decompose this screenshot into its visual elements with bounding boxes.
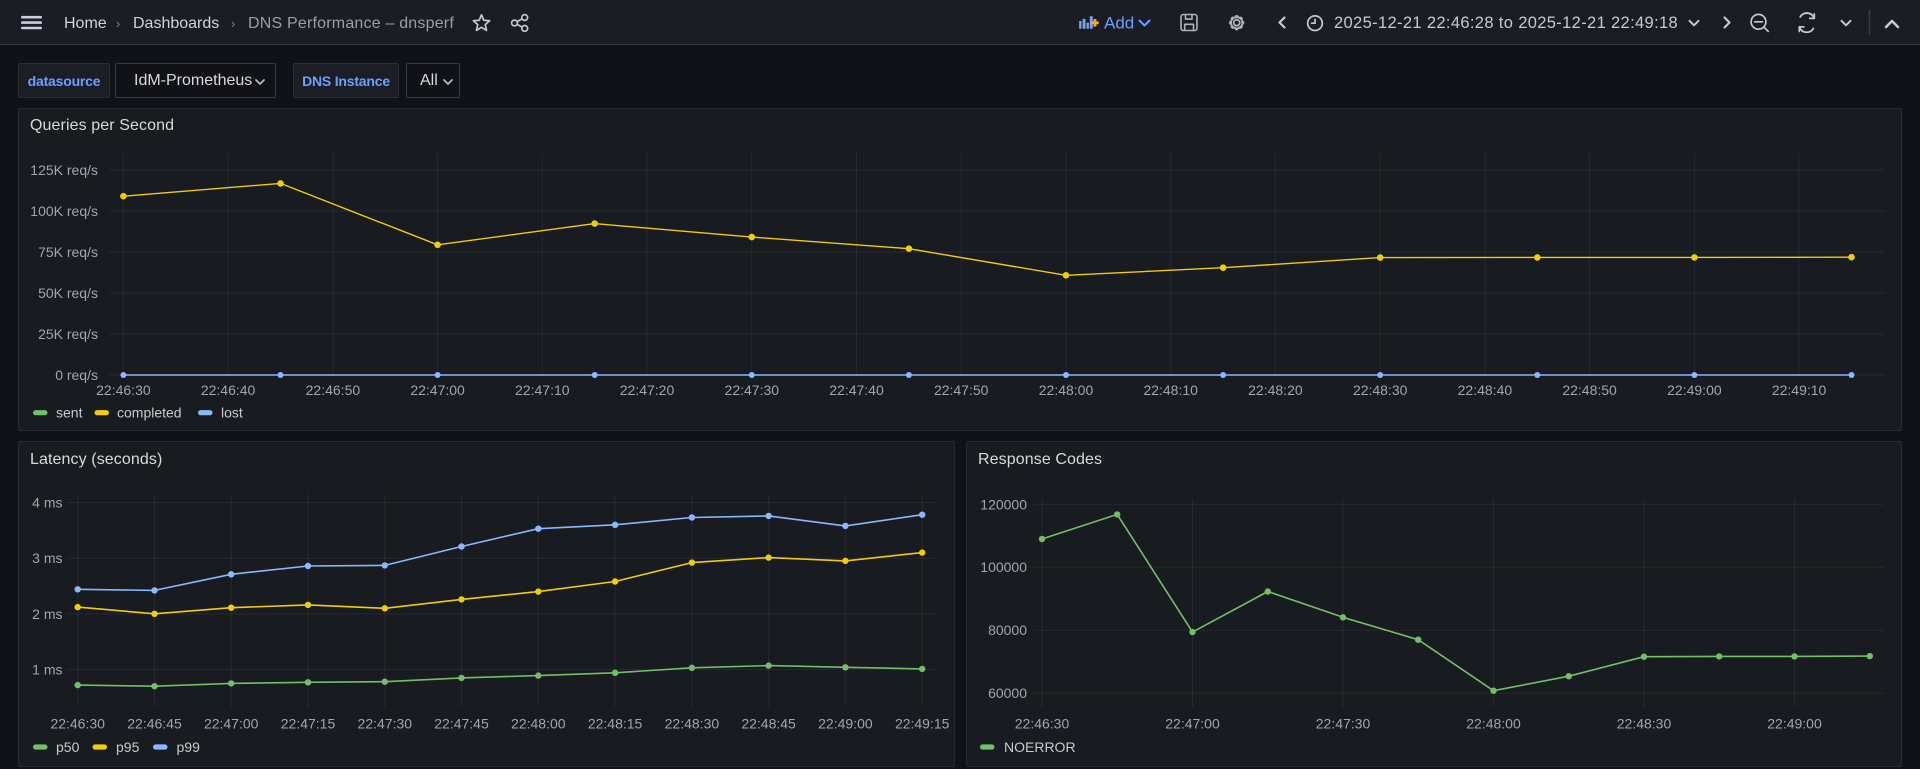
svg-text:22:48:00: 22:48:00 — [1039, 382, 1094, 398]
svg-text:2025-12-21 22:46:28 to 2025-12: 2025-12-21 22:46:28 to 2025-12-21 22:49:… — [1334, 14, 1678, 32]
svg-text:22:48:20: 22:48:20 — [1248, 382, 1303, 398]
svg-text:25K req/s: 25K req/s — [38, 326, 98, 342]
svg-text:50K req/s: 50K req/s — [38, 285, 98, 301]
svg-text:completed: completed — [117, 405, 182, 421]
svg-text:22:46:30: 22:46:30 — [1015, 716, 1070, 732]
svg-text:22:47:30: 22:47:30 — [358, 716, 413, 732]
svg-text:22:48:40: 22:48:40 — [1458, 382, 1513, 398]
svg-text:1 ms: 1 ms — [32, 662, 62, 678]
svg-text:22:49:00: 22:49:00 — [1767, 716, 1822, 732]
svg-text:22:49:00: 22:49:00 — [1667, 382, 1722, 398]
svg-text:p99: p99 — [177, 739, 201, 755]
svg-text:22:47:50: 22:47:50 — [934, 382, 989, 398]
svg-text:22:49:10: 22:49:10 — [1772, 382, 1827, 398]
svg-text:22:47:40: 22:47:40 — [829, 382, 884, 398]
svg-text:4 ms: 4 ms — [32, 495, 62, 511]
svg-text:22:46:30: 22:46:30 — [96, 382, 151, 398]
svg-text:0 req/s: 0 req/s — [55, 367, 98, 383]
svg-text:22:47:15: 22:47:15 — [281, 716, 336, 732]
svg-text:100K req/s: 100K req/s — [30, 203, 98, 219]
svg-text:75K req/s: 75K req/s — [38, 244, 98, 260]
svg-text:22:46:50: 22:46:50 — [306, 382, 361, 398]
svg-text:22:49:15: 22:49:15 — [895, 716, 950, 732]
svg-text:22:47:30: 22:47:30 — [1316, 716, 1371, 732]
svg-text:100000: 100000 — [980, 559, 1027, 575]
svg-text:22:48:30: 22:48:30 — [1353, 382, 1408, 398]
svg-text:lost: lost — [221, 405, 243, 421]
svg-text:sent: sent — [56, 405, 83, 421]
svg-text:22:48:00: 22:48:00 — [1466, 716, 1521, 732]
svg-text:22:48:30: 22:48:30 — [1617, 716, 1672, 732]
svg-text:22:48:00: 22:48:00 — [511, 716, 566, 732]
svg-text:22:48:45: 22:48:45 — [741, 716, 796, 732]
svg-text:22:46:45: 22:46:45 — [127, 716, 182, 732]
svg-text:22:48:30: 22:48:30 — [665, 716, 720, 732]
svg-text:80000: 80000 — [988, 622, 1027, 638]
svg-text:22:48:10: 22:48:10 — [1143, 382, 1198, 398]
svg-text:22:47:10: 22:47:10 — [515, 382, 570, 398]
svg-text:NOERROR: NOERROR — [1004, 739, 1076, 755]
svg-text:Add: Add — [1104, 14, 1134, 33]
svg-text:22:47:00: 22:47:00 — [410, 382, 465, 398]
svg-text:120000: 120000 — [980, 496, 1027, 512]
svg-text:22:46:30: 22:46:30 — [50, 716, 105, 732]
svg-text:22:47:00: 22:47:00 — [204, 716, 259, 732]
svg-text:125K req/s: 125K req/s — [30, 162, 98, 178]
svg-text:p95: p95 — [116, 739, 140, 755]
svg-text:22:47:00: 22:47:00 — [1165, 716, 1220, 732]
svg-text:p50: p50 — [56, 739, 80, 755]
svg-text:22:47:45: 22:47:45 — [434, 716, 489, 732]
svg-text:22:48:50: 22:48:50 — [1562, 382, 1617, 398]
svg-text:22:46:40: 22:46:40 — [201, 382, 256, 398]
svg-text:22:47:20: 22:47:20 — [620, 382, 675, 398]
svg-text:2 ms: 2 ms — [32, 606, 62, 622]
svg-text:3 ms: 3 ms — [32, 550, 62, 566]
svg-text:60000: 60000 — [988, 685, 1027, 701]
svg-text:22:48:15: 22:48:15 — [588, 716, 643, 732]
svg-text:22:49:00: 22:49:00 — [818, 716, 873, 732]
svg-text:22:47:30: 22:47:30 — [725, 382, 780, 398]
